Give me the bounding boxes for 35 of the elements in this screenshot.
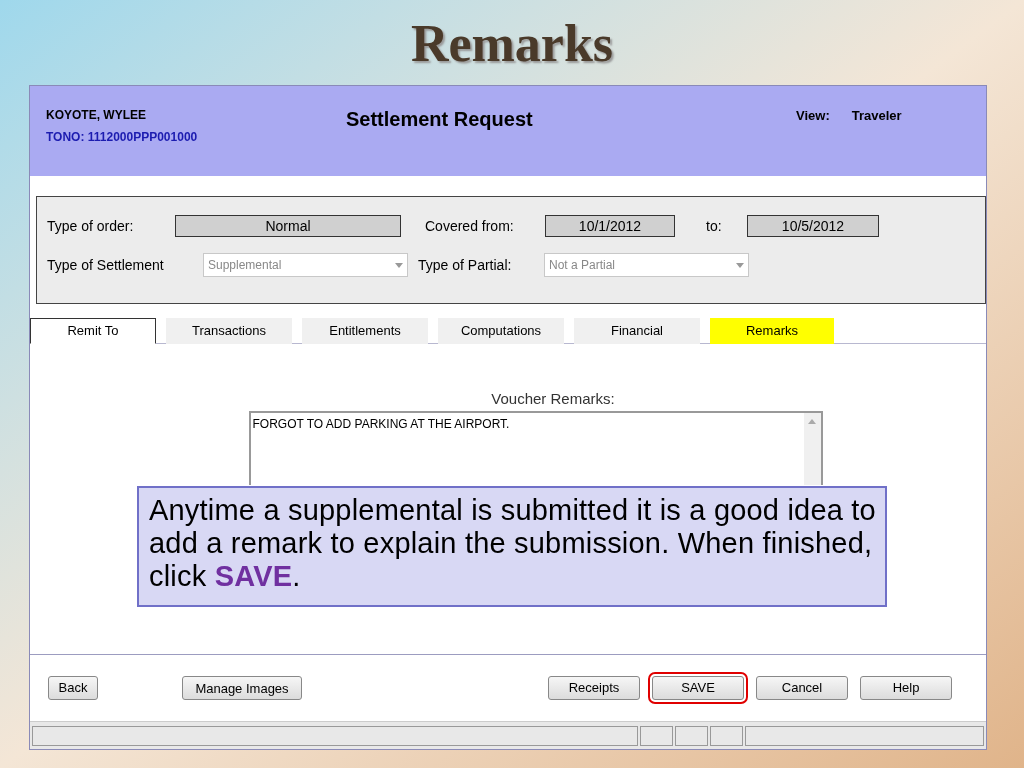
tab[interactable]: Computations bbox=[438, 318, 564, 344]
field-label: Type of Partial: bbox=[418, 255, 513, 275]
button[interactable]: Back bbox=[48, 676, 98, 700]
field-label: to: bbox=[706, 216, 723, 236]
field-label: Type of order: bbox=[47, 216, 135, 236]
page-title: Settlement Request bbox=[346, 107, 534, 132]
remarks-text: FORGOT TO ADD PARKING AT THE AIRPORT. bbox=[251, 415, 511, 433]
date-field[interactable]: 10/5/2012 bbox=[747, 215, 879, 237]
tab[interactable]: Remarks bbox=[710, 318, 834, 344]
scrollbar[interactable] bbox=[803, 412, 821, 485]
traveler-name: KOYOTE, WYLEE bbox=[46, 107, 147, 124]
scroll-up-icon bbox=[808, 418, 816, 424]
tab[interactable]: Transactions bbox=[166, 318, 292, 344]
button[interactable]: Cancel bbox=[756, 676, 848, 700]
date-field[interactable]: 10/1/2012 bbox=[545, 215, 675, 237]
caret-icon bbox=[736, 262, 744, 268]
remarks-textarea[interactable]: FORGOT TO ADD PARKING AT THE AIRPORT. bbox=[248, 410, 823, 485]
caret-icon bbox=[395, 262, 403, 268]
view-label: View: bbox=[796, 107, 830, 125]
view-value: Traveler bbox=[851, 107, 902, 125]
button[interactable]: Manage Images bbox=[182, 676, 302, 701]
remarks-label: Voucher Remarks: bbox=[491, 389, 615, 409]
tab[interactable]: Remit To bbox=[30, 318, 156, 344]
button[interactable]: Receipts bbox=[548, 676, 640, 700]
order-number: TONO: 1112000PPP001000 bbox=[46, 129, 199, 146]
order-type-field[interactable]: Normal bbox=[175, 215, 401, 237]
button[interactable]: Help bbox=[860, 676, 952, 700]
field-label: Type of Settlement bbox=[47, 255, 165, 275]
dropdown[interactable]: Supplemental bbox=[203, 253, 408, 277]
slide-title: Remarks bbox=[410, 18, 614, 74]
callout-text: Anytime a supplemental is submitted it is a good idea to add a remark to explain the submission. When finished, click SAVE. bbox=[149, 494, 877, 593]
field-label: Covered from: bbox=[425, 216, 515, 236]
tab[interactable]: Financial bbox=[574, 318, 700, 344]
tab[interactable]: Entitlements bbox=[302, 318, 428, 344]
dropdown[interactable]: Not a Partial bbox=[544, 253, 749, 277]
